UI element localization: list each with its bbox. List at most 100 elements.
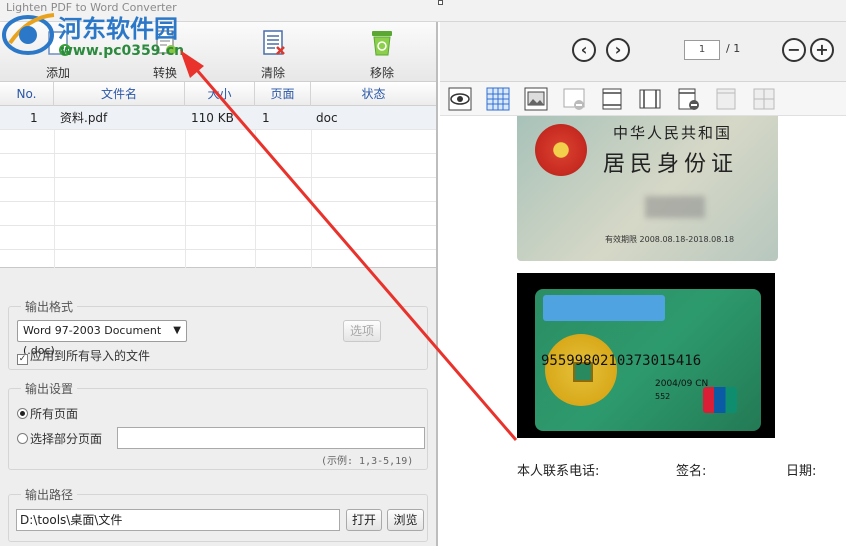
watermark-url: www.pc0359.cn [60, 43, 185, 59]
zoom-out-button[interactable]: − [782, 38, 806, 62]
chevron-left-icon: ‹ [580, 40, 588, 59]
cell-filename: 资料.pdf [60, 111, 108, 125]
watermark-site-name: 河东软件园 [58, 15, 178, 43]
zoom-in-button[interactable]: + [810, 38, 834, 62]
radio-selected-icon [17, 408, 28, 419]
image-minus-icon [563, 88, 585, 110]
clear-label: 清除 [260, 66, 285, 80]
prev-page-button[interactable]: ‹ [572, 38, 596, 62]
column-no[interactable]: No. [0, 82, 54, 106]
output-settings-legend: 输出设置 [21, 380, 78, 397]
view-mode-toolbar [440, 82, 846, 116]
id-card-validity: 有效期限 2008.08.18-2018.08.18 [605, 235, 735, 244]
watermark-logo-icon [2, 13, 55, 55]
split-icon [716, 88, 736, 110]
preview-navbar: ‹ › 1 / 1 − + [440, 22, 846, 82]
output-path-legend: 输出路径 [21, 486, 78, 503]
fit-height-icon [602, 88, 622, 110]
column-filename[interactable]: 文件名 [54, 82, 185, 106]
grid-view-button[interactable] [486, 87, 510, 111]
apply-all-label: 应用到所有导入的文件 [30, 349, 151, 363]
preview-eye-button[interactable] [448, 87, 472, 111]
image-icon [524, 87, 548, 111]
checkbox-checked-icon: ✓ [17, 354, 28, 365]
table-icon [753, 88, 775, 110]
cell-pages: 1 [262, 111, 270, 125]
column-pages[interactable]: 页面 [255, 82, 311, 106]
bank-card: 9559980210373015416 2004/09 CN 552 [535, 289, 761, 431]
radio-unselected-icon [17, 433, 28, 444]
image-view-button[interactable] [524, 87, 548, 111]
page-total: / 1 [726, 42, 741, 55]
page-number-input[interactable]: 1 [684, 40, 720, 60]
eye-icon [448, 87, 472, 111]
format-dropdown[interactable]: Word 97-2003 Document (.doc) ▼ [17, 320, 187, 357]
table-row[interactable]: 1 资料.pdf 110 KB 1 doc [0, 106, 436, 130]
remove-page-button[interactable] [676, 87, 700, 111]
empty-row [0, 154, 436, 178]
some-pages-label: 选择部分页面 [30, 432, 103, 446]
split-page-button[interactable] [714, 87, 738, 111]
empty-row [0, 130, 436, 154]
signature-label: 签名: [676, 464, 707, 479]
output-path-group: 输出路径 D:\tools\桌面\文件 打开 浏览 [8, 486, 428, 542]
output-format-legend: 输出格式 [21, 298, 78, 315]
unionpay-logo-icon [703, 387, 737, 413]
preview-panel: ‹ › 1 / 1 − + 中华人民共和国 居民身份证 有效期限 2008.08… [440, 22, 846, 546]
all-pages-label: 所有页面 [30, 407, 79, 421]
file-table[interactable]: No. 文件名 大小 页面 状态 1 资料.pdf 110 KB 1 doc [0, 82, 436, 268]
remove-image-button[interactable] [562, 87, 586, 111]
column-status[interactable]: 状态 [311, 82, 436, 106]
date-label: 日期: [786, 464, 817, 479]
open-folder-button[interactable]: 打开 [346, 509, 382, 531]
browse-button[interactable]: 浏览 [387, 509, 424, 531]
gold-coin-icon [545, 334, 617, 406]
id-card-country: 中华人民共和国 [613, 124, 733, 142]
table-header: No. 文件名 大小 页面 状态 [0, 82, 436, 106]
window-handle[interactable] [438, 0, 443, 5]
plus-icon: + [815, 40, 829, 59]
grid-icon [486, 87, 510, 111]
column-size[interactable]: 大小 [185, 82, 255, 106]
page-height-button[interactable] [600, 87, 624, 111]
id-card-image: 中华人民共和国 居民身份证 有效期限 2008.08.18-2018.08.18 [517, 116, 778, 261]
table-grid-button[interactable] [752, 87, 776, 111]
minus-icon: − [787, 40, 801, 59]
remove-button[interactable]: 移除 [352, 26, 412, 80]
next-page-button[interactable]: › [606, 38, 630, 62]
card-expiry: 2004/09 CN [655, 379, 709, 389]
bank-card-image: 9559980210373015416 2004/09 CN 552 [517, 273, 775, 438]
fit-width-icon [639, 89, 661, 109]
card-number: 9559980210373015416 [541, 353, 702, 369]
card-code: 552 [655, 392, 671, 401]
page-minus-icon [678, 88, 699, 110]
apply-all-checkbox[interactable]: ✓ 应用到所有导入的文件 [17, 349, 150, 365]
document-preview[interactable]: 中华人民共和国 居民身份证 有效期限 2008.08.18-2018.08.18… [440, 116, 846, 546]
redacted-bank-name [543, 295, 665, 321]
page-width-button[interactable] [638, 87, 662, 111]
dropdown-arrow-icon: ▼ [173, 325, 181, 336]
national-emblem-icon [535, 124, 587, 176]
id-card-title: 居民身份证 [603, 152, 739, 177]
cell-no: 1 [30, 111, 38, 125]
cell-size: 110 KB [191, 111, 234, 125]
page-range-input[interactable] [117, 427, 425, 449]
remove-label: 移除 [369, 66, 394, 80]
chevron-right-icon: › [614, 40, 622, 59]
phone-label: 本人联系电话: [517, 464, 600, 479]
some-pages-radio[interactable]: 选择部分页面 [17, 432, 102, 446]
options-button[interactable]: 选项 [343, 320, 381, 342]
output-path-input[interactable]: D:\tools\桌面\文件 [16, 509, 340, 531]
output-format-group: 输出格式 Word 97-2003 Document (.doc) ▼ 选项 ✓… [8, 298, 428, 370]
left-panel: 添加 转换 清除 移除 No. 文件名 大小 页面 状态 1 资料.pdf 11… [0, 22, 438, 546]
clear-button[interactable]: 清除 [243, 26, 303, 80]
output-settings-group: 输出设置 所有页面 选择部分页面 (示例: 1,3-5,19) [8, 380, 428, 470]
empty-row [0, 226, 436, 250]
empty-row [0, 202, 436, 226]
site-watermark: 河东软件园 www.pc0359.cn [0, 5, 200, 67]
recycle-bin-icon [372, 31, 392, 56]
empty-row [0, 178, 436, 202]
page-range-hint: (示例: 1,3-5,19) [321, 456, 414, 467]
clear-list-icon [263, 30, 285, 55]
all-pages-radio[interactable]: 所有页面 [17, 407, 78, 421]
